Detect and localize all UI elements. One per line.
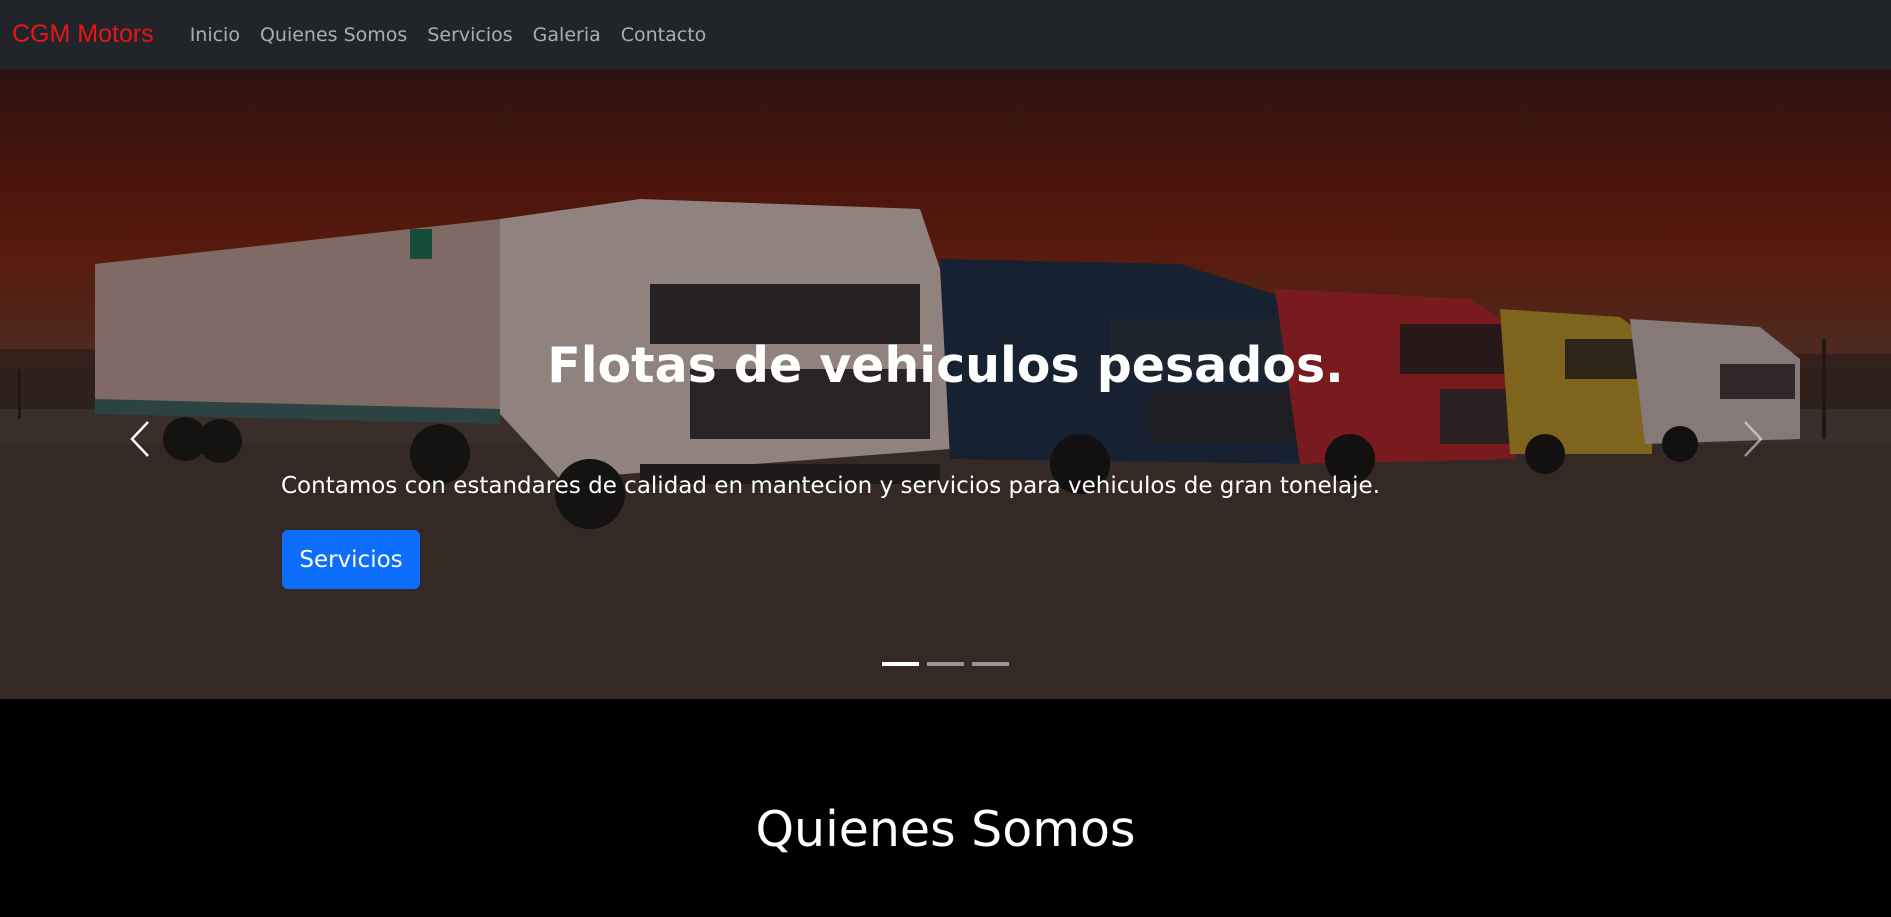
carousel-indicators (0, 662, 1891, 668)
carousel-next-button[interactable] (1733, 414, 1773, 464)
servicios-button[interactable]: Servicios (282, 530, 420, 589)
hero-subtitle: Contamos con estandares de calidad en ma… (281, 473, 1381, 499)
brand-logo[interactable]: CGM Motors (12, 20, 154, 49)
nav-link-servicios[interactable]: Servicios (427, 24, 512, 46)
section-title-quienes-somos: Quienes Somos (755, 801, 1136, 858)
carousel-indicator-3[interactable] (972, 662, 1009, 666)
navbar: CGM Motors Inicio Quienes Somos Servicio… (0, 0, 1891, 69)
hero-carousel: Flotas de vehiculos pesados. Contamos co… (0, 69, 1891, 699)
nav-link-contacto[interactable]: Contacto (621, 24, 707, 46)
carousel-prev-button[interactable] (120, 414, 160, 464)
nav-link-quienes-somos[interactable]: Quienes Somos (260, 24, 407, 46)
chevron-right-icon (1744, 421, 1763, 457)
nav-link-galeria[interactable]: Galeria (533, 24, 601, 46)
carousel-indicator-1[interactable] (882, 662, 919, 666)
hero-title: Flotas de vehiculos pesados. (547, 337, 1344, 394)
carousel-indicator-2[interactable] (927, 662, 964, 666)
chevron-left-icon (130, 421, 149, 457)
nav-link-inicio[interactable]: Inicio (190, 24, 240, 46)
